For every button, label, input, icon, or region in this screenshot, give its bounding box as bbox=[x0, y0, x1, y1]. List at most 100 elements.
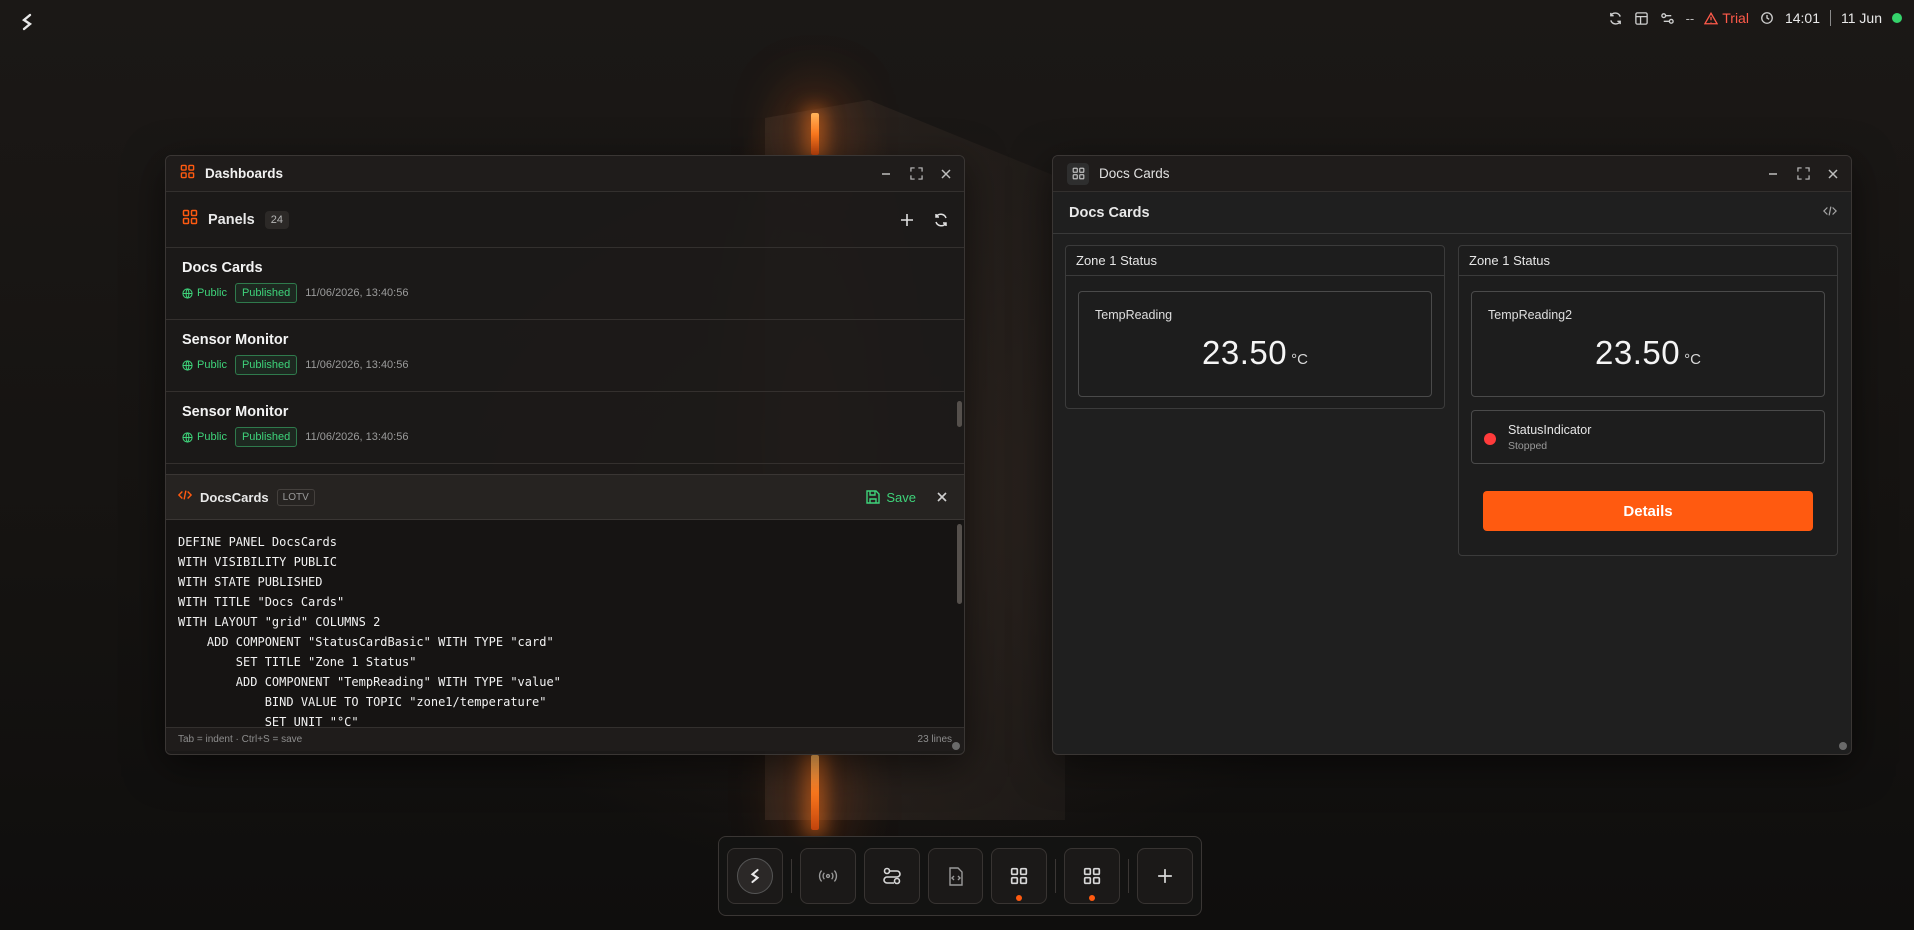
layout-icon[interactable] bbox=[1634, 10, 1650, 26]
trial-label: Trial bbox=[1722, 10, 1749, 26]
visibility-label: Public bbox=[182, 287, 227, 299]
window-title: Dashboards bbox=[205, 166, 284, 181]
value-label: TempReading bbox=[1095, 308, 1173, 322]
value-number: 23.50 bbox=[1595, 334, 1681, 371]
value-unit: °C bbox=[1684, 351, 1701, 368]
status-badge: Published bbox=[234, 427, 298, 447]
visibility-label: Public bbox=[182, 431, 227, 443]
view-source-icon[interactable] bbox=[1823, 205, 1837, 220]
details-button[interactable]: Details bbox=[1483, 491, 1813, 531]
online-status-dot bbox=[1892, 13, 1902, 23]
language-badge: LOTV bbox=[276, 488, 315, 506]
connection-icon[interactable] bbox=[1660, 10, 1676, 26]
dock-divider bbox=[1055, 859, 1057, 893]
dashboards-window: Dashboards Panels 24 Docs Cards Public P… bbox=[165, 155, 965, 755]
list-item[interactable]: Sensor Monitor Public Published 11/06/20… bbox=[166, 320, 964, 392]
active-indicator bbox=[1016, 895, 1023, 901]
window-titlebar[interactable]: Dashboards bbox=[166, 156, 964, 192]
status-card: Zone 1 Status TempReading2 23.50 °C Statu… bbox=[1458, 245, 1838, 556]
close-icon[interactable] bbox=[938, 166, 954, 182]
home-icon bbox=[736, 858, 773, 894]
value-unit: °C bbox=[1291, 351, 1308, 368]
panels-icon bbox=[182, 209, 198, 230]
dashboard-icon bbox=[1084, 867, 1101, 885]
divider bbox=[1830, 10, 1831, 26]
list-item[interactable]: Docs Cards Public Published 11/06/2026, … bbox=[166, 248, 964, 320]
panel-header: Docs Cards bbox=[1053, 192, 1851, 234]
panels-header: Panels 24 bbox=[166, 192, 964, 248]
status-badge: Published bbox=[234, 355, 298, 375]
code-editor[interactable]: DEFINE PANEL DocsCards WITH VISIBILITY P… bbox=[166, 520, 964, 727]
list-item[interactable]: Sensor Monitor Public Published 11/06/20… bbox=[166, 392, 964, 464]
save-label: Save bbox=[886, 489, 916, 505]
scrollbar[interactable] bbox=[957, 401, 962, 427]
panels-title: Panels bbox=[208, 211, 255, 228]
close-icon[interactable] bbox=[1825, 166, 1841, 182]
save-icon bbox=[866, 490, 881, 504]
scrollbar[interactable] bbox=[957, 524, 962, 604]
panel-list: Docs Cards Public Published 11/06/2026, … bbox=[166, 248, 964, 474]
dock-flows-button[interactable] bbox=[863, 848, 920, 904]
dock-home-button[interactable] bbox=[727, 848, 783, 904]
dashboard-icon bbox=[1011, 867, 1028, 885]
panel-title: Docs Cards bbox=[1069, 204, 1150, 221]
editor-footer: Tab = indent · Ctrl+S = save 23 lines bbox=[166, 727, 964, 751]
dashboard-icon bbox=[1067, 162, 1089, 185]
add-icon bbox=[1158, 869, 1172, 883]
panel-name: Docs Cards bbox=[182, 260, 263, 276]
close-editor-icon[interactable] bbox=[934, 489, 950, 505]
background-light-strip bbox=[811, 113, 819, 155]
editor-panel-name: DocsCards bbox=[200, 489, 269, 505]
panel-name: Sensor Monitor bbox=[182, 404, 289, 420]
trial-badge[interactable]: Trial bbox=[1704, 10, 1749, 26]
background-light-strip bbox=[811, 755, 819, 830]
broadcast-icon bbox=[818, 870, 837, 882]
warning-icon bbox=[1704, 11, 1719, 24]
status-indicator: StatusIndicator Stopped bbox=[1471, 410, 1825, 464]
window-titlebar[interactable]: Docs Cards bbox=[1053, 156, 1851, 192]
dock-dashboards-button[interactable] bbox=[991, 848, 1048, 904]
timestamp: 11/06/2026, 13:40:56 bbox=[305, 431, 409, 443]
dock-code-button[interactable] bbox=[927, 848, 984, 904]
globe-icon bbox=[182, 359, 193, 371]
resize-handle[interactable] bbox=[952, 742, 960, 750]
editor-hint: Tab = indent · Ctrl+S = save bbox=[178, 734, 303, 745]
dock-docs-cards-button[interactable] bbox=[1064, 848, 1121, 904]
save-button[interactable]: Save bbox=[866, 490, 916, 505]
code-file-icon bbox=[948, 866, 963, 886]
connection-status: -- bbox=[1685, 10, 1695, 26]
dock-divider bbox=[790, 859, 792, 893]
resize-handle[interactable] bbox=[1839, 742, 1847, 750]
globe-icon bbox=[182, 431, 193, 443]
panels-count-badge: 24 bbox=[264, 210, 289, 229]
code-text[interactable]: DEFINE PANEL DocsCards WITH VISIBILITY P… bbox=[178, 532, 952, 727]
card-title: Zone 1 Status bbox=[1459, 246, 1837, 276]
clock-icon bbox=[1759, 10, 1775, 26]
clock-time: 14:01 bbox=[1784, 10, 1820, 26]
minimize-icon[interactable] bbox=[1765, 166, 1781, 182]
status-card: Zone 1 Status TempReading 23.50 °C bbox=[1065, 245, 1445, 409]
value-number: 23.50 bbox=[1202, 334, 1288, 371]
dashboard-icon bbox=[180, 164, 195, 184]
add-panel-button[interactable] bbox=[898, 211, 916, 229]
dock-divider bbox=[1128, 859, 1130, 893]
dock-add-button[interactable] bbox=[1137, 848, 1194, 904]
value-label: TempReading2 bbox=[1488, 308, 1573, 322]
maximize-icon[interactable] bbox=[1795, 166, 1811, 182]
status-name: StatusIndicator bbox=[1508, 423, 1592, 437]
line-count: 23 lines bbox=[917, 734, 952, 745]
timestamp: 11/06/2026, 13:40:56 bbox=[305, 287, 409, 299]
minimize-icon[interactable] bbox=[878, 166, 894, 182]
status-badge: Published bbox=[234, 283, 298, 303]
card-title: Zone 1 Status bbox=[1066, 246, 1444, 276]
refresh-icon[interactable] bbox=[1608, 10, 1624, 26]
app-logo-icon[interactable] bbox=[20, 12, 34, 32]
maximize-icon[interactable] bbox=[908, 166, 924, 182]
globe-icon bbox=[182, 287, 193, 299]
docs-cards-window: Docs Cards Docs Cards Zone 1 Status Temp… bbox=[1052, 155, 1852, 755]
refresh-panels-button[interactable] bbox=[932, 211, 950, 229]
panel-name: Sensor Monitor bbox=[182, 332, 289, 348]
status-dot bbox=[1484, 433, 1496, 445]
dock-broadcast-button[interactable] bbox=[799, 848, 856, 904]
clock-date: 11 Jun bbox=[1841, 10, 1882, 26]
